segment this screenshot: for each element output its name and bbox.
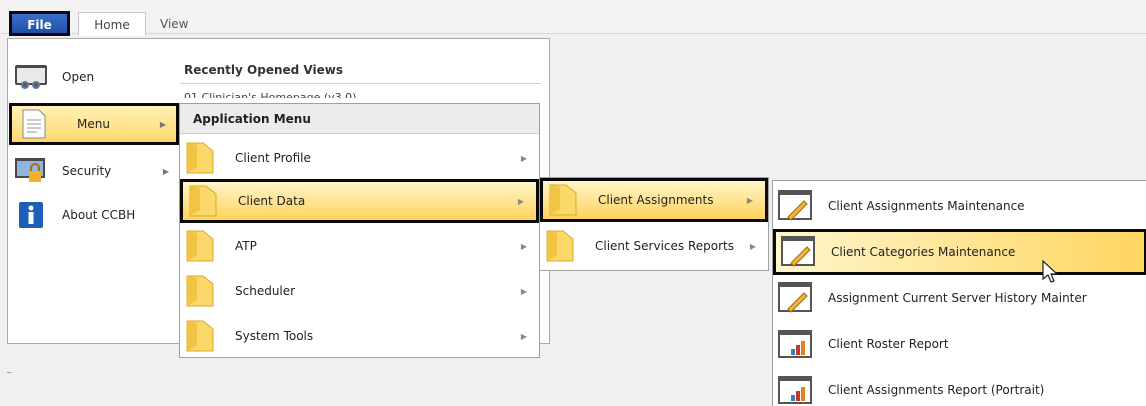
folder-icon [180, 272, 220, 310]
recent-views-header: Recently Opened Views [180, 57, 541, 84]
report-chart-icon [776, 370, 816, 406]
info-icon [12, 198, 50, 232]
folder-icon [180, 227, 220, 265]
menu-item-system-tools[interactable]: System Tools ▶ [180, 314, 539, 358]
chevron-right-icon: ▶ [746, 195, 753, 205]
menu-item-atp[interactable]: ATP ▶ [180, 224, 539, 268]
folder-icon [543, 181, 583, 219]
folder-icon [180, 139, 220, 177]
chevron-right-icon: ▶ [517, 196, 524, 206]
sidebar-item-label: About CCBH [62, 208, 136, 222]
tab-home[interactable]: Home [78, 12, 146, 36]
menu-item-label: Client Roster Report [828, 337, 949, 351]
menu-item-label: Client Assignments [598, 193, 714, 207]
menu-item-client-profile[interactable]: Client Profile ▶ [180, 136, 539, 180]
mouse-pointer-icon [1042, 259, 1060, 287]
menu-item-client-assignments-report-portrait[interactable]: Client Assignments Report (Portrait) [773, 367, 1146, 406]
divider [7, 372, 11, 373]
menu-item-client-services-reports[interactable]: Client Services Reports ▶ [540, 224, 768, 268]
sidebar-item-label: Open [62, 70, 95, 84]
edit-window-icon [776, 278, 816, 318]
sidebar-item-label: Security [62, 164, 112, 178]
menu-item-label: Client Assignments Report (Portrait) [828, 383, 1045, 397]
sidebar-item-about[interactable]: About CCBH [9, 194, 179, 236]
backstage-sidebar: Open Menu ▶ Security ▶ About CCBH [9, 52, 179, 342]
menu-item-label: Assignment Current Server History Mainte… [828, 291, 1087, 305]
security-lock-icon [12, 154, 50, 188]
folder-icon [183, 182, 223, 220]
menu-item-label: Client Categories Maintenance [831, 245, 1016, 259]
chevron-right-icon: ▶ [520, 153, 527, 163]
open-folder-icon [12, 60, 50, 94]
menu-item-client-categories-maintenance[interactable]: Client Categories Maintenance [773, 229, 1146, 275]
menu-item-label: Scheduler [235, 284, 296, 298]
chevron-right-icon: ▶ [520, 286, 527, 296]
menu-item-client-roster-report[interactable]: Client Roster Report [773, 321, 1146, 367]
document-list-icon [15, 107, 53, 141]
sidebar-item-menu[interactable]: Menu ▶ [9, 103, 179, 145]
application-menu-header: Application Menu [180, 104, 539, 134]
menu-item-label: Client Data [238, 194, 306, 208]
menu-item-assignment-history-maintenance[interactable]: Assignment Current Server History Mainte… [773, 275, 1146, 321]
chevron-right-icon: ▶ [520, 331, 527, 341]
edit-window-icon [776, 186, 816, 226]
sidebar-item-label: Menu [77, 117, 110, 131]
menu-item-label: ATP [235, 239, 257, 253]
folder-icon [540, 227, 580, 265]
menu-item-client-assignments-maintenance[interactable]: Client Assignments Maintenance [773, 183, 1146, 229]
menu-item-label: System Tools [235, 329, 314, 343]
application-menu: Application Menu Client Profile ▶ Client… [179, 103, 540, 358]
menu-item-label: Client Profile [235, 151, 311, 165]
chevron-right-icon: ▶ [159, 119, 166, 129]
submenu-client-data: Client Assignments ▶ Client Services Rep… [539, 177, 769, 271]
chevron-right-icon: ▶ [749, 241, 756, 251]
menu-item-label: Client Services Reports [595, 239, 735, 253]
folder-icon [180, 317, 220, 355]
recently-opened-views: Recently Opened Views 01 Clinician's Hom… [180, 57, 541, 107]
menu-item-client-assignments[interactable]: Client Assignments ▶ [540, 178, 768, 222]
sidebar-item-security[interactable]: Security ▶ [9, 150, 179, 192]
sidebar-item-open[interactable]: Open [9, 56, 179, 98]
menu-item-client-data[interactable]: Client Data ▶ [180, 179, 539, 223]
chevron-right-icon: ▶ [520, 241, 527, 251]
edit-window-icon [779, 232, 819, 272]
menu-item-scheduler[interactable]: Scheduler ▶ [180, 269, 539, 313]
tab-view[interactable]: View [160, 12, 188, 36]
chevron-right-icon: ▶ [162, 166, 169, 176]
report-chart-icon [776, 324, 816, 364]
submenu-client-assignments: Client Assignments Maintenance Client Ca… [772, 180, 1146, 406]
menu-item-label: Client Assignments Maintenance [828, 199, 1025, 213]
recent-view-item[interactable]: 01 Clinician's Homepage (v3.0) [180, 84, 541, 98]
tab-file[interactable]: File [9, 11, 70, 36]
